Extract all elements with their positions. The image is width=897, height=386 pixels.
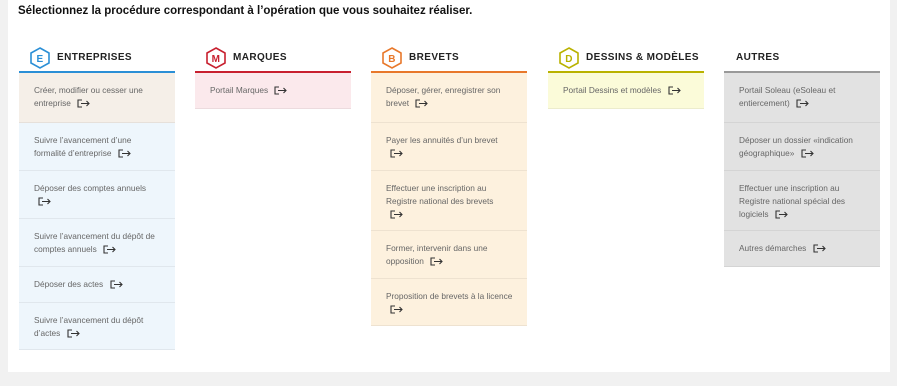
hexagon-m-icon: M [206,46,226,69]
list-item-brevets-licence[interactable]: Proposition de brevets à la licence [371,279,527,326]
item-label: Effectuer une inscription au Registre na… [386,183,494,206]
list-item-opposition[interactable]: Former, intervenir dans une opposition [371,231,527,279]
column-brevets: B BREVETS Déposer, gérer, enregistrer so… [371,44,527,326]
column-header-autres: AUTRES [724,44,880,73]
external-arrow-icon [813,244,826,253]
item-label: Portail Soleau (eSoleau et entiercement) [739,85,836,108]
item-label: Suivre l’avancement du dépôt d’actes [34,315,144,338]
column-header-entreprises: E ENTREPRISES [19,44,175,73]
external-arrow-icon [103,245,116,254]
external-arrow-icon [38,197,51,206]
column-title-marques: MARQUES [233,52,287,63]
list-item-suivre-formalite[interactable]: Suivre l’avancement d’une formalité d’en… [19,123,175,171]
external-arrow-icon [667,86,681,95]
external-arrow-icon [415,99,429,108]
item-label: Effectuer une inscription au Registre na… [739,183,846,219]
column-autres: AUTRES Portail Soleau (eSoleau et entier… [724,44,880,267]
list-item-suivre-actes[interactable]: Suivre l’avancement du dépôt d’actes [19,303,175,350]
external-arrow-icon [801,149,814,158]
list-item-portail-soleau[interactable]: Portail Soleau (eSoleau et entiercement) [724,73,880,123]
item-label: Déposer un dossier «indication géographi… [739,135,853,158]
hexagon-e-icon: E [30,46,50,69]
column-title-dessins: DESSINS & MODÈLES [586,52,699,63]
external-arrow-icon [390,305,403,314]
intro-text: Sélectionnez la procédure correspondant … [18,5,473,17]
item-label: Autres démarches [739,243,807,253]
external-arrow-icon [109,280,123,289]
list-item-registre-logiciels[interactable]: Effectuer une inscription au Registre na… [724,171,880,231]
svg-text:E: E [36,54,43,65]
external-arrow-icon [67,329,80,338]
item-label: Portail Dessins et modèles [563,85,662,95]
item-label: Payer les annuités d’un brevet [386,135,498,145]
list-item-suivre-comptes[interactable]: Suivre l’avancement du dépôt de comptes … [19,219,175,267]
column-header-dessins: D DESSINS & MODÈLES [548,44,704,73]
svg-text:B: B [388,54,396,65]
column-marques: M MARQUES Portail Marques [195,44,351,109]
external-arrow-icon [118,149,131,158]
column-header-brevets: B BREVETS [371,44,527,73]
external-arrow-icon [77,99,90,108]
list-item-deposer-brevet[interactable]: Déposer, gérer, enregistrer son brevet [371,73,527,123]
external-arrow-icon [430,257,443,266]
column-dessins-modeles: D DESSINS & MODÈLES Portail Dessins et m… [548,44,704,109]
list-item-payer-annuites[interactable]: Payer les annuités d’un brevet [371,123,527,171]
item-label: Proposition de brevets à la licence [386,291,513,301]
item-label: Déposer des comptes annuels [34,183,147,193]
column-title-brevets: BREVETS [409,52,460,63]
external-arrow-icon [775,210,788,219]
svg-text:D: D [565,54,573,65]
list-item-deposer-comptes[interactable]: Déposer des comptes annuels [19,171,175,219]
item-label: Portail Marques [210,85,269,95]
column-entreprises: E ENTREPRISES Créer, modifier ou cesser … [19,44,175,350]
column-title-autres: AUTRES [736,52,780,63]
hexagon-b-icon: B [382,46,402,69]
list-item-portail-marques[interactable]: Portail Marques [195,73,351,109]
external-arrow-icon [390,210,403,219]
hexagon-d-icon: D [559,46,579,69]
item-label: Déposer des actes [34,279,104,289]
column-header-marques: M MARQUES [195,44,351,73]
list-item-deposer-actes[interactable]: Déposer des actes [19,267,175,303]
column-title-entreprises: ENTREPRISES [57,52,132,63]
list-item-creer-entreprise[interactable]: Créer, modifier ou cesser une entreprise [19,73,175,123]
external-arrow-icon [274,86,288,95]
list-item-autres-demarches[interactable]: Autres démarches [724,231,880,267]
external-arrow-icon [390,149,403,158]
item-label: Déposer, gérer, enregistrer son brevet [386,85,501,108]
list-item-portail-dessins[interactable]: Portail Dessins et modèles [548,73,704,109]
external-arrow-icon [796,99,809,108]
svg-text:M: M [212,54,221,65]
item-label: Suivre l’avancement du dépôt de comptes … [34,231,155,254]
list-item-indication-geographique[interactable]: Déposer un dossier «indication géographi… [724,123,880,171]
item-label: Suivre l’avancement d’une formalité d’en… [34,135,132,158]
list-item-inscription-registre-brevets[interactable]: Effectuer une inscription au Registre na… [371,171,527,231]
